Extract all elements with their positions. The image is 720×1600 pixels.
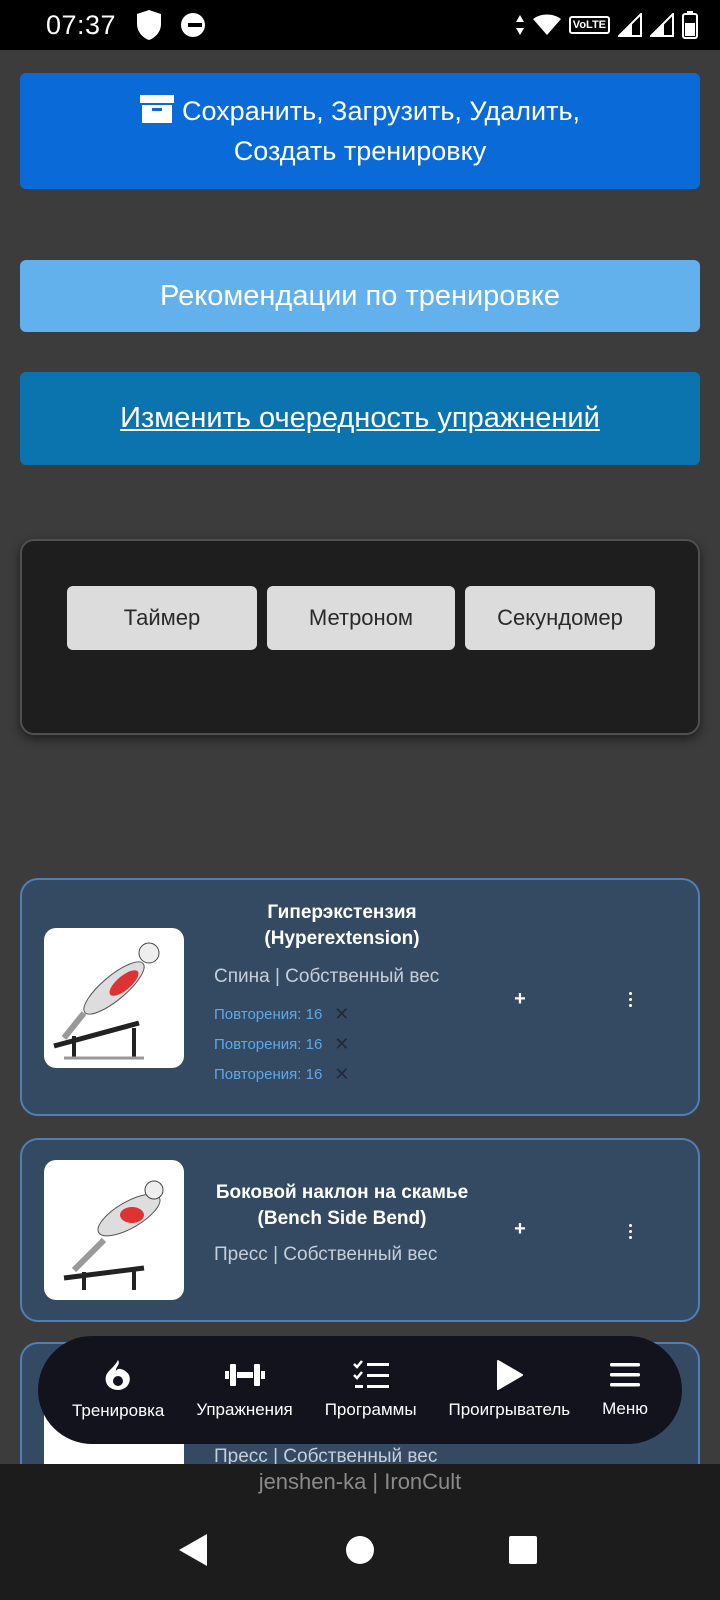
credit-footer: jenshen-ka | IronCult	[0, 1464, 720, 1500]
recommendations-label: Рекомендации по тренировке	[160, 279, 560, 312]
exercise-title: Боковой наклон на скамье (Bench Side Ben…	[212, 1180, 472, 1232]
nav-workout-label: Тренировка	[71, 1401, 165, 1420]
home-icon[interactable]	[345, 1535, 375, 1565]
set-row: Повторения: 16 ✕	[214, 1064, 349, 1085]
nav-programs-label: Программы	[324, 1400, 417, 1419]
signal-icon	[618, 13, 642, 37]
exercise-card[interactable]: Боковой наклон на скамье (Bench Side Ben…	[20, 1138, 700, 1322]
exercise-meta: Спина | Собственный вес	[214, 966, 440, 987]
exercise-image	[44, 928, 184, 1068]
exercise-title-en: (Bench Side Bend)	[257, 1208, 427, 1229]
remove-set-icon[interactable]: ✕	[334, 1004, 349, 1025]
tools-panel: Таймер Метроном Секундомер	[20, 539, 700, 735]
set-row: Повторения: 16 ✕	[214, 1004, 349, 1025]
nav-programs[interactable]: Программы	[325, 1360, 417, 1420]
flame-icon	[105, 1360, 130, 1390]
stopwatch-button[interactable]: Секундомер	[465, 586, 655, 650]
archive-icon	[139, 95, 174, 123]
reorder-label: Изменить очередность упражнений	[120, 402, 600, 434]
circle-minus-icon	[181, 13, 206, 37]
status-time: 07:37	[46, 9, 117, 40]
nav-player-label: Проигрыватель	[448, 1400, 571, 1419]
exercise-title: Гиперэкстензия (Hyperextension)	[212, 900, 472, 952]
save-line1: Сохранить, Загрузить, Удалить,	[181, 96, 581, 126]
play-icon	[497, 1360, 524, 1390]
more-options-icon[interactable]	[622, 992, 638, 1007]
dumbbell-icon	[224, 1364, 265, 1386]
remove-set-icon[interactable]: ✕	[334, 1034, 349, 1055]
nav-exercises[interactable]: Упражнения	[196, 1360, 293, 1420]
save-load-button[interactable]: Сохранить, Загрузить, Удалить, Создать т…	[20, 73, 700, 189]
exercise-image	[44, 1160, 184, 1300]
nav-workout[interactable]: Тренировка	[72, 1359, 164, 1421]
set-reps: Повторения: 16	[214, 1036, 323, 1053]
metronome-button[interactable]: Метроном	[267, 586, 455, 650]
reorder-exercises-link[interactable]: Изменить очередность упражнений	[20, 372, 700, 465]
nav-menu[interactable]: Меню	[602, 1361, 648, 1419]
checklist-icon	[352, 1360, 389, 1388]
shield-icon	[137, 10, 162, 40]
save-line2: Создать тренировку	[233, 136, 487, 166]
recommendations-button[interactable]: Рекомендации по тренировке	[20, 260, 700, 332]
timer-button[interactable]: Таймер	[67, 586, 257, 650]
nav-player[interactable]: Проигрыватель	[448, 1360, 570, 1420]
back-icon[interactable]	[178, 1533, 208, 1567]
set-row: Повторения: 16 ✕	[214, 1034, 349, 1055]
wifi-icon	[532, 14, 561, 35]
status-bar: 07:37 VoLTE	[0, 0, 720, 50]
volte-badge: VoLTE	[568, 16, 610, 34]
exercise-title-ru: Боковой наклон на скамье	[215, 1182, 469, 1203]
nav-menu-label: Меню	[602, 1399, 649, 1418]
set-reps: Повторения: 16	[214, 1066, 323, 1083]
add-set-button[interactable]: +	[510, 988, 530, 1011]
bottom-nav: Тренировка Упражнения Программы Проигрыв…	[38, 1336, 682, 1444]
exercise-title-ru: Гиперэкстензия	[267, 902, 417, 923]
exercise-title-en: (Hyperextension)	[264, 928, 420, 949]
remove-set-icon[interactable]: ✕	[334, 1064, 349, 1085]
exercise-card[interactable]: Гиперэкстензия (Hyperextension) Спина | …	[20, 878, 700, 1116]
nav-exercises-label: Упражнения	[196, 1400, 293, 1419]
more-options-icon[interactable]	[622, 1224, 638, 1239]
set-reps: Повторения: 16	[214, 1006, 323, 1023]
data-arrows-icon	[515, 15, 524, 35]
hamburger-icon	[610, 1363, 641, 1387]
system-nav-bar	[0, 1500, 720, 1600]
battery-icon	[682, 11, 698, 39]
add-set-button[interactable]: +	[510, 1218, 530, 1241]
recents-icon[interactable]	[508, 1535, 538, 1565]
exercise-meta: Пресс | Собственный вес	[214, 1244, 438, 1265]
signal-icon	[650, 13, 674, 37]
